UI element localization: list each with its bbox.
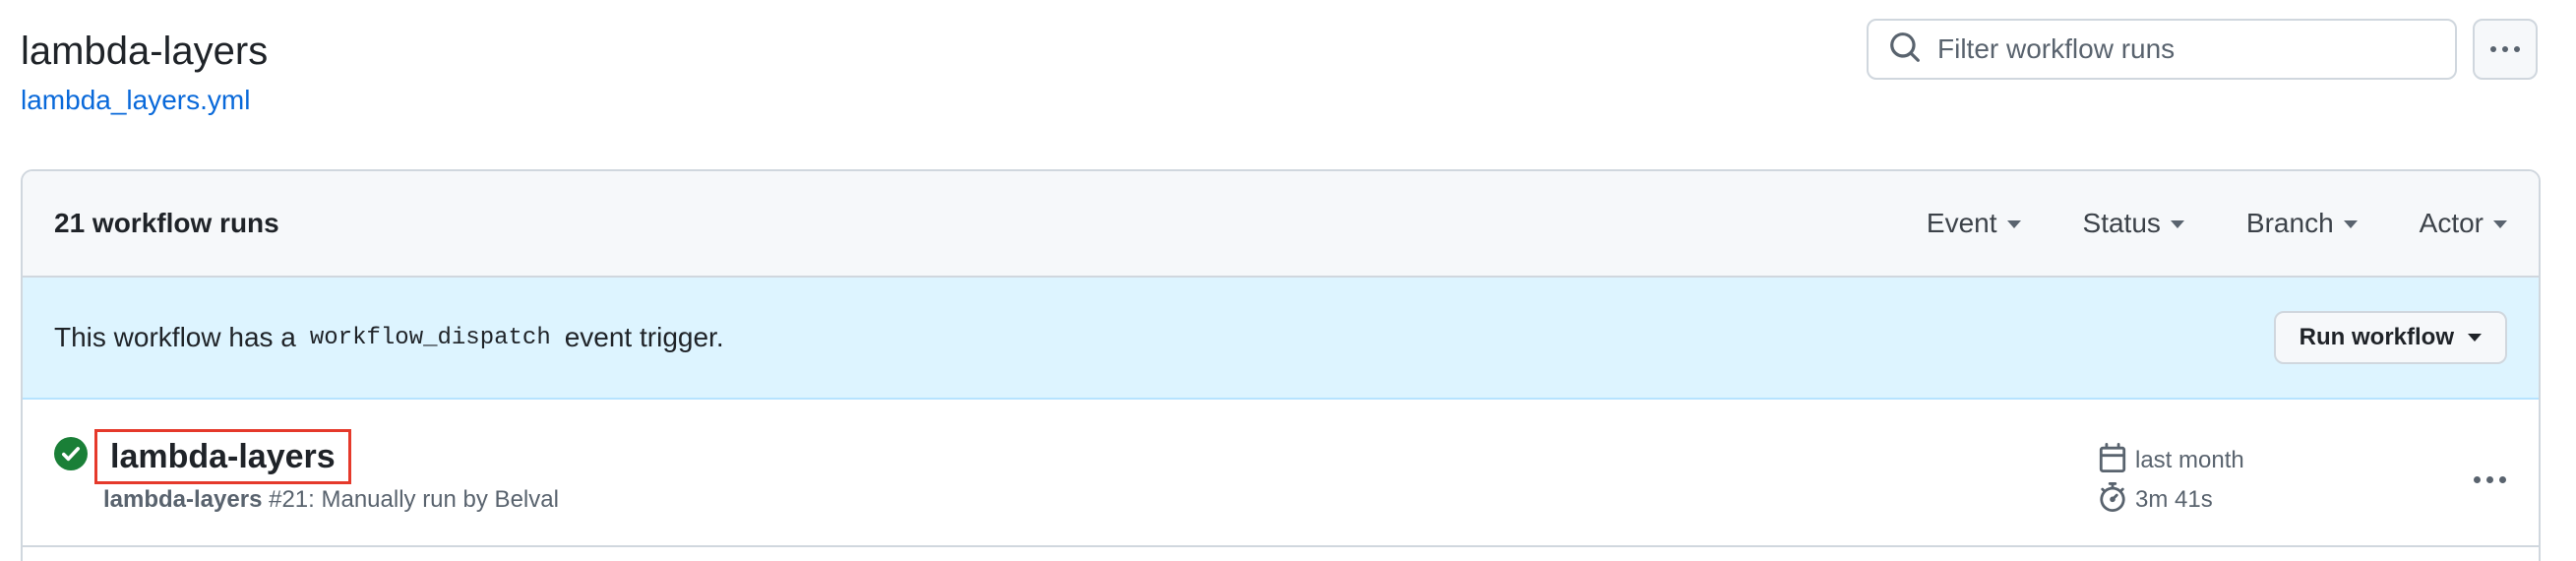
actor-filter-menu[interactable]: Actor: [2420, 208, 2507, 239]
run-detail: #21: Manually run by Belval: [269, 486, 559, 513]
status-filter-label: Status: [2082, 208, 2161, 238]
runs-count: 21 workflow runs: [54, 208, 279, 238]
triangle-down-icon: [2468, 334, 2482, 342]
triangle-down-icon: [2170, 220, 2184, 228]
run-more-button[interactable]: [2463, 465, 2516, 494]
banner-text-after: event trigger.: [564, 322, 724, 352]
stopwatch-icon: [2098, 481, 2135, 519]
dispatch-banner: This workflow has a workflow_dispatch ev…: [23, 278, 2539, 400]
branch-filter-label: Branch: [2245, 208, 2334, 238]
workflow-run-row: lambda-layers lambda-layers #21: Manuall…: [23, 400, 2539, 547]
run-duration-line: 3m 41s: [2098, 480, 2244, 520]
kebab-horizontal-icon: [2473, 475, 2506, 483]
runs-toolbar: 21 workflow runs Event Status Branch Act…: [23, 171, 2539, 278]
run-date-line: last month: [2098, 441, 2244, 480]
workflow-header: lambda-layers lambda_layers.yml: [21, 28, 268, 118]
run-filter-menus: Event Status Branch Actor: [1865, 208, 2507, 239]
kebab-horizontal-icon: [2490, 46, 2520, 52]
triangle-down-icon: [2343, 220, 2358, 228]
run-date: last month: [2135, 447, 2244, 473]
status-filter-menu[interactable]: Status: [2083, 208, 2184, 239]
event-filter-menu[interactable]: Event: [1927, 208, 2021, 239]
run-workflow-name: lambda-layers: [103, 486, 263, 513]
workflow-more-button[interactable]: [2473, 19, 2538, 80]
workflow-file-link[interactable]: lambda_layers.yml: [21, 83, 268, 118]
run-name-highlight: lambda-layers: [94, 429, 351, 484]
workflow-runs-panel: 21 workflow runs Event Status Branch Act…: [21, 169, 2541, 561]
branch-filter-menu[interactable]: Branch: [2246, 208, 2358, 239]
run-duration: 3m 41s: [2135, 486, 2213, 513]
workflow-title: lambda-layers: [21, 30, 269, 73]
run-workflow-label: Run workflow: [2299, 324, 2454, 350]
run-meta: lambda-layers #21: Manually run by Belva…: [103, 486, 559, 514]
dispatch-event-code: workflow_dispatch: [309, 324, 551, 351]
event-filter-label: Event: [1926, 208, 1997, 238]
triangle-down-icon: [2006, 220, 2021, 228]
actor-filter-label: Actor: [2419, 208, 2484, 238]
dispatch-banner-text: This workflow has a workflow_dispatch ev…: [54, 322, 2274, 353]
run-timing: last month 3m 41s: [2098, 441, 2244, 520]
run-title-link[interactable]: lambda-layers: [110, 436, 336, 477]
run-workflow-button[interactable]: Run workflow: [2273, 311, 2507, 364]
check-circle-fill-icon: [54, 437, 88, 470]
banner-text-before: This workflow has a: [54, 322, 296, 352]
filter-runs-field[interactable]: [1867, 19, 2457, 80]
search-icon: [1888, 31, 1922, 69]
filter-runs-input[interactable]: [1937, 33, 2449, 65]
calendar-icon: [2098, 442, 2135, 479]
triangle-down-icon: [2493, 220, 2507, 228]
